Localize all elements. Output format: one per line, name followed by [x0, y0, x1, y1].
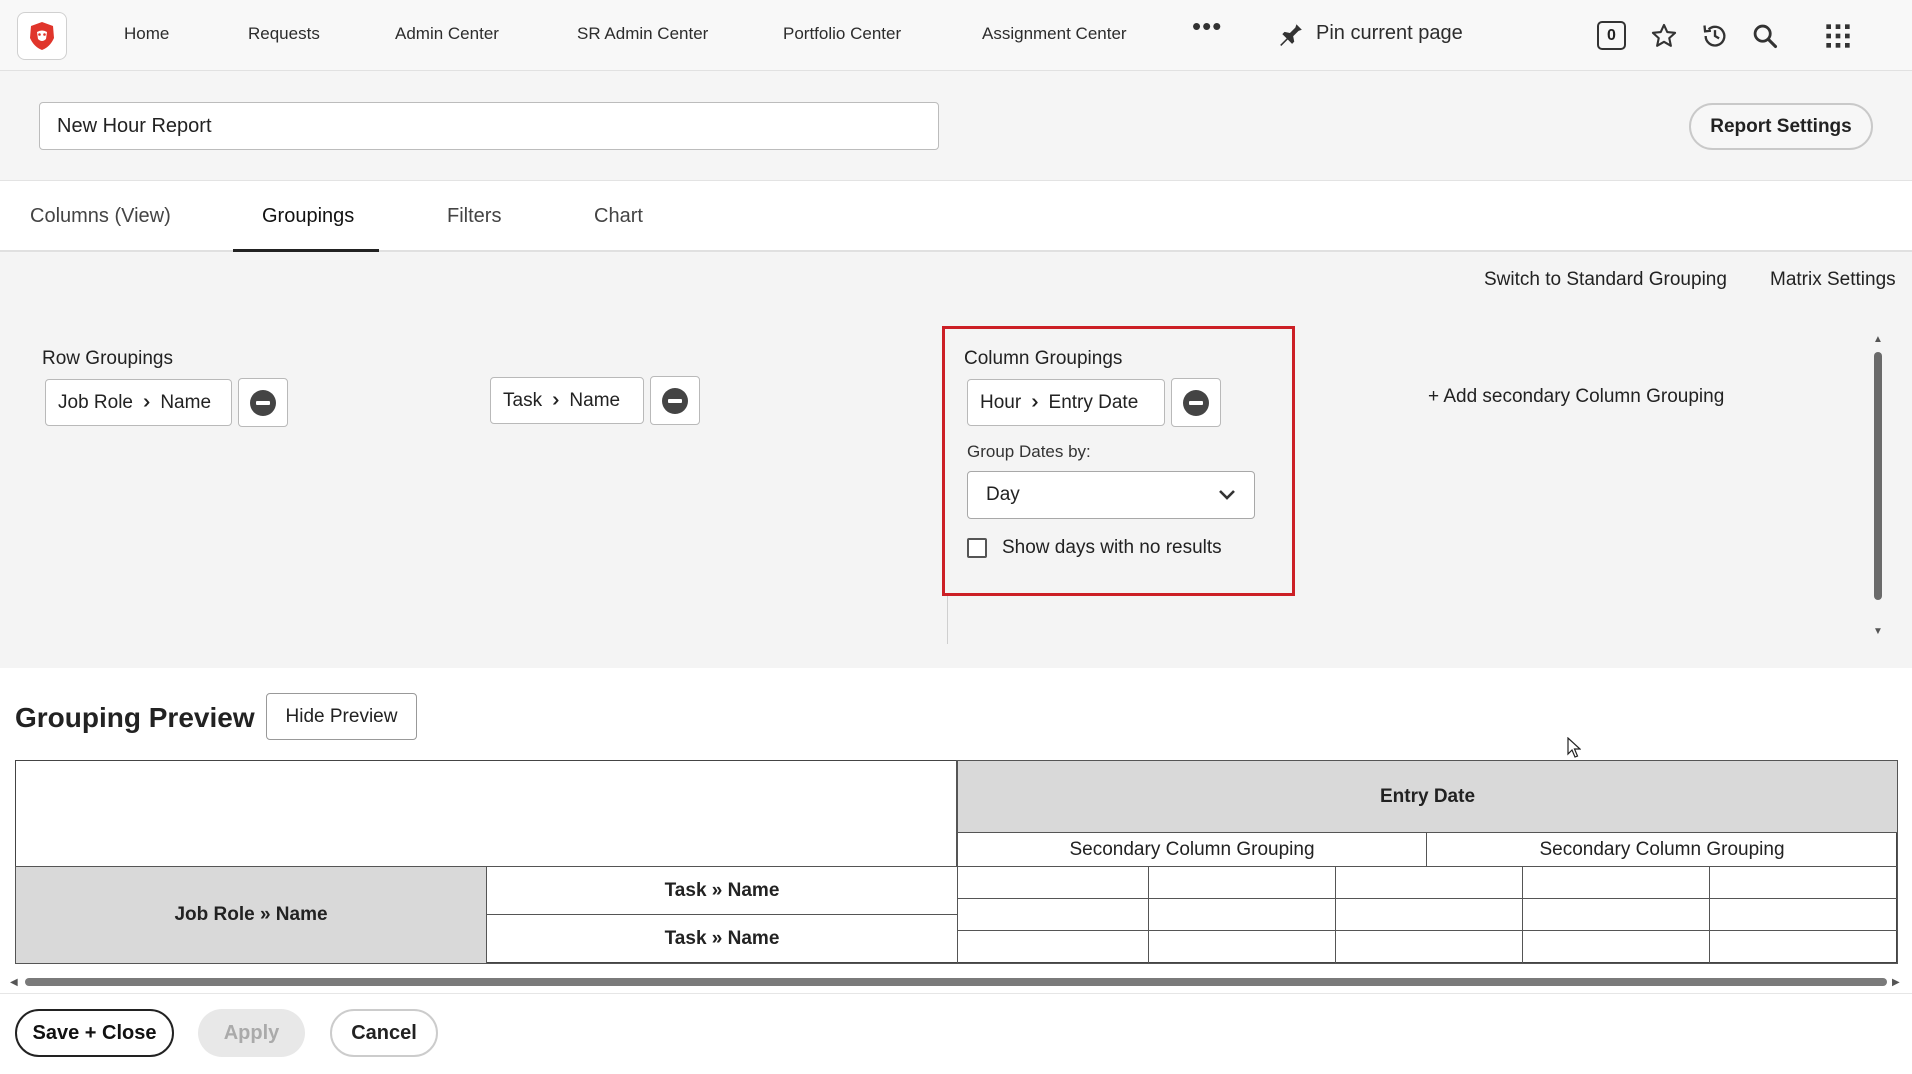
table-cell [1522, 898, 1710, 931]
table-cell [1335, 866, 1523, 899]
table-cell [1148, 930, 1336, 964]
remove-column-grouping-button[interactable] [1171, 378, 1221, 427]
table-cell [1522, 866, 1710, 899]
table-corner-cell [15, 760, 957, 867]
report-tabs: Columns (View) Groupings Filters Chart [0, 181, 1912, 252]
save-close-button[interactable]: Save + Close [15, 1009, 174, 1057]
table-cell [1709, 898, 1898, 931]
tab-chart[interactable]: Chart [594, 205, 643, 228]
secondary-column-grouping-header: Secondary Column Grouping [1426, 832, 1898, 867]
chip-field: Name [160, 391, 212, 413]
double-chevron-right-icon: ›› [143, 391, 152, 413]
double-chevron-right-icon: ›› [1031, 391, 1040, 413]
search-icon[interactable] [1749, 20, 1781, 52]
tab-groupings[interactable]: Groupings [262, 205, 354, 228]
star-icon[interactable] [1648, 20, 1680, 52]
scroll-left-arrow-icon[interactable]: ◀ [10, 977, 18, 988]
row-header-job-role: Job Role » Name [15, 866, 487, 964]
chip-field: Name [569, 389, 621, 411]
active-tab-indicator [233, 249, 379, 252]
table-cell [1709, 866, 1898, 899]
lion-logo-icon [30, 22, 54, 50]
report-settings-button[interactable]: Report Settings [1689, 103, 1873, 150]
table-cell [957, 898, 1149, 931]
vertical-scrollbar-thumb[interactable] [1874, 352, 1882, 600]
apps-grid-icon[interactable] [1822, 20, 1854, 52]
remove-icon [662, 387, 688, 414]
matrix-settings-link[interactable]: Matrix Settings [1770, 269, 1896, 291]
history-icon[interactable] [1699, 20, 1731, 52]
secondary-column-grouping-header: Secondary Column Grouping [957, 832, 1427, 867]
table-cell [1335, 930, 1523, 964]
nav-home[interactable]: Home [124, 24, 169, 44]
show-days-label: Show days with no results [1002, 537, 1222, 558]
scroll-down-arrow-icon[interactable]: ▼ [1873, 626, 1883, 637]
show-days-checkbox[interactable] [967, 538, 987, 558]
notification-counter[interactable]: 0 [1597, 21, 1626, 50]
grouping-preview-title: Grouping Preview [15, 702, 255, 733]
group-dates-label: Group Dates by: [967, 442, 1091, 461]
remove-icon [250, 389, 276, 416]
apply-button[interactable]: Apply [198, 1009, 305, 1057]
row-grouping-chip-task[interactable]: Task ›› Name [490, 377, 644, 424]
grouping-preview-table: Entry Date Secondary Column Grouping Sec… [15, 760, 1898, 964]
table-cell [957, 930, 1149, 964]
hide-preview-button[interactable]: Hide Preview [266, 693, 417, 740]
scroll-up-arrow-icon[interactable]: ▲ [1873, 334, 1883, 345]
nav-assignment-center[interactable]: Assignment Center [982, 24, 1127, 44]
tab-columns-view[interactable]: Columns (View) [30, 205, 171, 228]
remove-icon [1183, 389, 1209, 416]
column-groupings-label: Column Groupings [964, 348, 1123, 369]
sub-row-task-name: Task » Name [486, 914, 958, 964]
pin-label: Pin current page [1316, 21, 1463, 44]
chip-object: Hour [980, 391, 1022, 413]
show-days-with-no-results-option[interactable]: Show days with no results [967, 537, 1222, 559]
table-cell [1522, 930, 1710, 964]
tab-filters[interactable]: Filters [447, 205, 501, 228]
horizontal-scrollbar-thumb[interactable] [25, 978, 1887, 986]
chip-object: Job Role [58, 391, 133, 413]
table-cell [1335, 898, 1523, 931]
table-cell [1709, 930, 1898, 964]
chip-object: Task [503, 389, 543, 411]
remove-secondary-row-grouping-button[interactable] [650, 376, 700, 425]
switch-to-standard-grouping-link[interactable]: Switch to Standard Grouping [1484, 269, 1727, 291]
cancel-button[interactable]: Cancel [330, 1009, 438, 1057]
column-divider [947, 596, 948, 644]
nav-portfolio-center[interactable]: Portfolio Center [783, 24, 901, 44]
mouse-cursor-icon [1567, 737, 1581, 758]
row-groupings-label: Row Groupings [42, 348, 173, 369]
column-header-entry-date: Entry Date [957, 760, 1898, 833]
pin-icon [1280, 22, 1302, 46]
app-logo[interactable] [17, 12, 67, 60]
nav-requests[interactable]: Requests [248, 24, 320, 44]
double-chevron-right-icon: ›› [552, 389, 561, 411]
chip-field: Entry Date [1048, 391, 1139, 413]
table-cell [957, 866, 1149, 899]
table-cell [1148, 866, 1336, 899]
more-nav-icon[interactable]: ••• [1192, 13, 1222, 39]
sub-row-task-name: Task » Name [486, 866, 958, 915]
nav-admin-center[interactable]: Admin Center [395, 24, 499, 44]
add-secondary-column-grouping-link[interactable]: + Add secondary Column Grouping [1428, 386, 1724, 408]
scroll-right-arrow-icon[interactable]: ▶ [1892, 977, 1900, 988]
nav-sr-admin-center[interactable]: SR Admin Center [577, 24, 708, 44]
group-dates-select[interactable]: Day [967, 471, 1255, 519]
remove-row-grouping-button[interactable] [238, 378, 288, 427]
top-navigation: Home Requests Admin Center SR Admin Cent… [0, 0, 1912, 71]
row-grouping-chip-job-role[interactable]: Job Role ›› Name [45, 379, 232, 426]
column-grouping-chip-hour[interactable]: Hour ›› Entry Date [967, 379, 1165, 426]
chevron-down-icon [1219, 490, 1235, 500]
group-dates-value: Day [986, 484, 1020, 505]
pin-current-page-button[interactable]: Pin current page [1278, 20, 1463, 46]
report-name-input[interactable] [39, 102, 939, 150]
table-cell [1148, 898, 1336, 931]
